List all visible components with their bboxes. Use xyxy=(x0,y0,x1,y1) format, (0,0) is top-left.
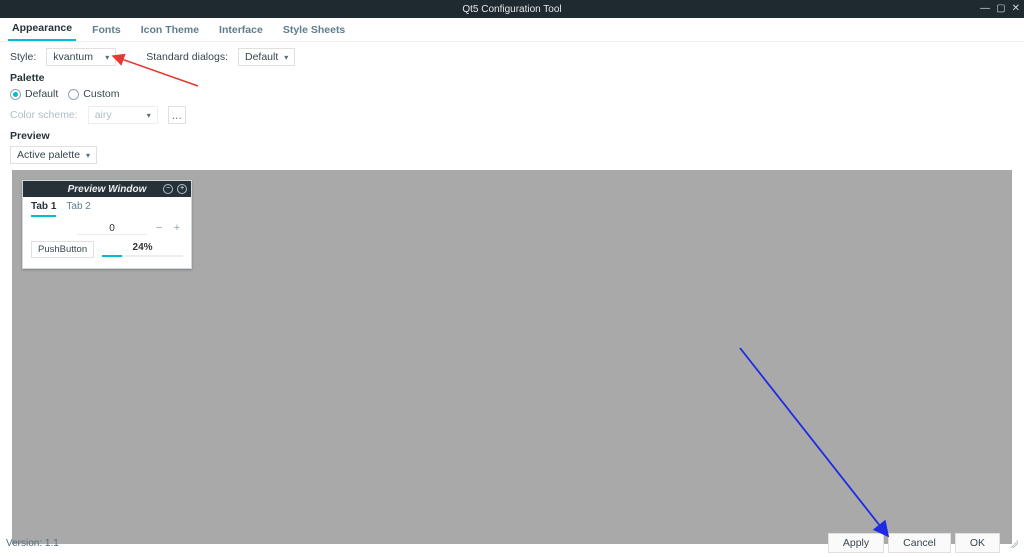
preview-progressbar: 24% xyxy=(102,242,183,257)
color-scheme-label: Color scheme: xyxy=(10,109,78,121)
standard-dialogs-combo[interactable]: Default ▾ xyxy=(238,48,295,66)
chevron-down-icon: ▾ xyxy=(284,53,288,62)
active-palette-value: Active palette xyxy=(17,149,80,161)
preview-pushbutton[interactable]: PushButton xyxy=(31,241,94,258)
preview-window: Preview Window − + Tab 1 Tab 2 0 − + Pus… xyxy=(22,180,192,269)
preview-window-title: Preview Window xyxy=(68,184,147,195)
tab-icon-theme[interactable]: Icon Theme xyxy=(137,20,203,41)
style-combo[interactable]: kvantum ▾ xyxy=(46,48,116,66)
active-palette-combo[interactable]: Active palette ▾ xyxy=(10,146,97,164)
radio-dot-icon xyxy=(10,89,21,100)
chevron-down-icon: ▾ xyxy=(105,53,109,62)
preview-canvas: Preview Window − + Tab 1 Tab 2 0 − + Pus… xyxy=(12,170,1012,544)
tab-style-sheets[interactable]: Style Sheets xyxy=(279,20,349,41)
preview-section-title: Preview xyxy=(10,130,1014,142)
spin-value[interactable]: 0 xyxy=(77,223,147,235)
ok-button[interactable]: OK xyxy=(955,533,1000,553)
tab-interface[interactable]: Interface xyxy=(215,20,267,41)
footer: Version: 1.1 Apply Cancel OK xyxy=(0,533,1024,553)
radio-custom-label: Custom xyxy=(83,88,119,100)
titlebar: Qt5 Configuration Tool — ▢ ✕ xyxy=(0,0,1024,18)
main-tabstrip: Appearance Fonts Icon Theme Interface St… xyxy=(0,18,1024,42)
standard-dialogs-label: Standard dialogs: xyxy=(146,51,228,63)
progress-percent: 24% xyxy=(102,242,183,253)
radio-default[interactable]: Default xyxy=(10,88,58,100)
color-scheme-combo: airy ▾ xyxy=(88,106,158,124)
style-combo-value: kvantum xyxy=(53,51,93,63)
plus-icon[interactable]: + xyxy=(177,184,187,194)
maximize-icon[interactable]: ▢ xyxy=(996,4,1005,14)
version-label: Version: 1.1 xyxy=(6,538,59,549)
preview-tab-1[interactable]: Tab 1 xyxy=(31,201,56,217)
minimize-icon[interactable]: — xyxy=(980,4,990,14)
resize-grip-icon[interactable] xyxy=(1008,538,1018,548)
window-title: Qt5 Configuration Tool xyxy=(462,4,561,15)
chevron-down-icon: ▾ xyxy=(147,111,151,120)
preview-tab-2[interactable]: Tab 2 xyxy=(66,201,90,217)
tab-appearance[interactable]: Appearance xyxy=(8,18,76,41)
color-scheme-browse-button[interactable]: ... xyxy=(168,106,186,124)
spin-down-button[interactable]: − xyxy=(153,223,165,235)
chevron-down-icon: ▾ xyxy=(86,151,90,160)
style-label: Style: xyxy=(10,51,36,63)
radio-custom[interactable]: Custom xyxy=(68,88,119,100)
color-scheme-value: airy xyxy=(95,109,112,121)
preview-window-titlebar: Preview Window − + xyxy=(23,181,191,197)
close-icon[interactable]: ✕ xyxy=(1012,4,1020,14)
radio-default-label: Default xyxy=(25,88,58,100)
standard-dialogs-value: Default xyxy=(245,51,278,63)
minus-icon[interactable]: − xyxy=(163,184,173,194)
radio-dot-icon xyxy=(68,89,79,100)
palette-section-title: Palette xyxy=(10,72,1014,84)
apply-button[interactable]: Apply xyxy=(828,533,884,553)
tab-fonts[interactable]: Fonts xyxy=(88,20,125,41)
cancel-button[interactable]: Cancel xyxy=(888,533,951,553)
spin-up-button[interactable]: + xyxy=(171,223,183,235)
